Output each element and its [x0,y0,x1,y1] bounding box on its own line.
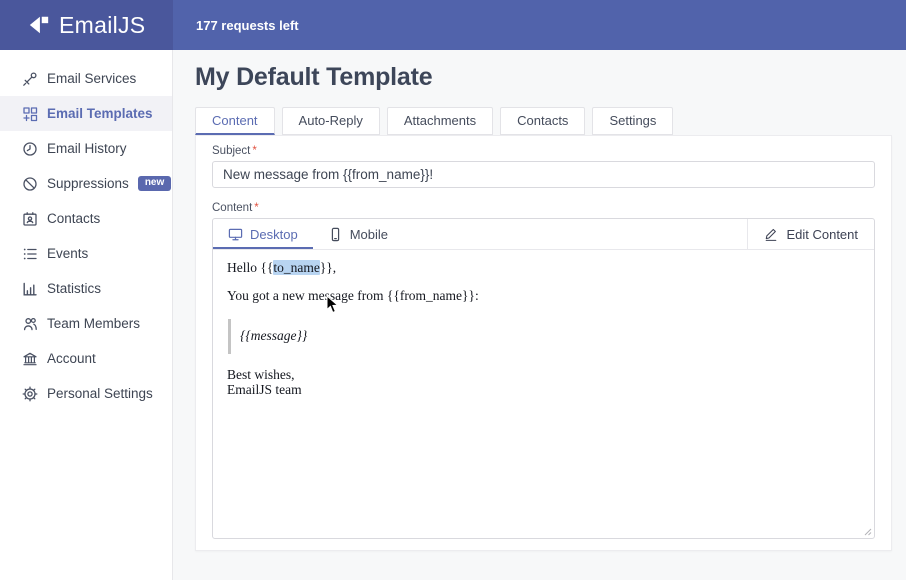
new-badge: new [138,176,171,191]
greeting-line: Hello {{to_name}}, [227,260,860,276]
sidebar-item-label: Contacts [47,211,100,226]
main-content: My Default Template Content Auto-Reply A… [174,50,906,580]
view-tab-label: Desktop [250,227,298,242]
content-label: Content* [212,202,875,214]
closing-lines: Best wishes,EmailJS team [227,367,860,397]
subject-label: Subject* [212,145,875,157]
view-tab-desktop[interactable]: Desktop [213,219,313,249]
tab-settings[interactable]: Settings [592,107,673,135]
edit-content-label: Edit Content [786,227,858,242]
sidebar-item-personal-settings[interactable]: Personal Settings [0,376,172,411]
required-mark: * [252,145,256,157]
edit-content-button[interactable]: Edit Content [747,219,874,249]
plug-icon [21,70,38,87]
resize-handle[interactable] [862,526,872,536]
clock-icon [21,140,38,157]
brand-logo[interactable]: EmailJS [0,0,173,50]
list-icon [21,245,38,262]
sidebar-item-label: Email Services [47,71,136,86]
view-tab-mobile[interactable]: Mobile [313,219,403,249]
sidebar-item-label: Team Members [47,316,140,331]
contact-card-icon [21,210,38,227]
tab-auto-reply[interactable]: Auto-Reply [282,107,380,135]
sidebar-item-statistics[interactable]: Statistics [0,271,172,306]
sidebar-item-suppressions[interactable]: Suppressions new [0,166,172,201]
tab-content[interactable]: Content [195,107,275,135]
requests-left-counter: 177 requests left [173,0,299,50]
page-title: My Default Template [195,63,906,92]
required-mark: * [254,202,258,214]
sidebar-item-label: Suppressions [47,176,129,191]
sidebar-item-email-services[interactable]: Email Services [0,61,172,96]
sidebar-item-label: Personal Settings [47,386,153,401]
preview-toolbar: Desktop Mobile [213,219,874,250]
tab-contacts[interactable]: Contacts [500,107,585,135]
email-body-preview: Hello {{to_name}}, You got a new message… [213,250,874,538]
highlighted-variable: to_name [273,260,320,275]
sidebar-item-team-members[interactable]: Team Members [0,306,172,341]
mobile-phone-icon [328,227,343,242]
people-icon [21,315,38,332]
message-blockquote: {{message}} [228,319,860,353]
grid-plus-icon [21,105,38,122]
gear-icon [21,385,38,402]
sidebar-item-label: Events [47,246,88,261]
sidebar-item-contacts[interactable]: Contacts [0,201,172,236]
bar-chart-icon [21,280,38,297]
sidebar-item-label: Statistics [47,281,101,296]
tab-attachments[interactable]: Attachments [387,107,493,135]
view-tab-label: Mobile [350,227,388,242]
message-intro-line: You got a new message from {{from_name}}… [227,288,860,304]
sidebar-item-email-templates[interactable]: Email Templates [0,96,172,131]
brand-name: EmailJS [59,12,145,39]
template-tabs: Content Auto-Reply Attachments Contacts … [195,107,906,135]
content-preview-box: Desktop Mobile [212,218,875,539]
sidebar-item-email-history[interactable]: Email History [0,131,172,166]
ban-icon [21,175,38,192]
sidebar-item-events[interactable]: Events [0,236,172,271]
sidebar-nav: Email Services Email Templates Email His… [0,50,173,580]
pencil-edit-icon [764,227,778,241]
sidebar-item-label: Email Templates [47,106,153,121]
sidebar-item-label: Email History [47,141,127,156]
desktop-monitor-icon [228,227,243,242]
emailjs-logo-icon [28,14,50,36]
bank-icon [21,350,38,367]
sidebar-item-account[interactable]: Account [0,341,172,376]
subject-input[interactable] [212,161,875,188]
top-header: EmailJS 177 requests left [0,0,906,50]
template-editor-card: Subject* Content* Desktop [195,135,892,551]
sidebar-item-label: Account [47,351,96,366]
